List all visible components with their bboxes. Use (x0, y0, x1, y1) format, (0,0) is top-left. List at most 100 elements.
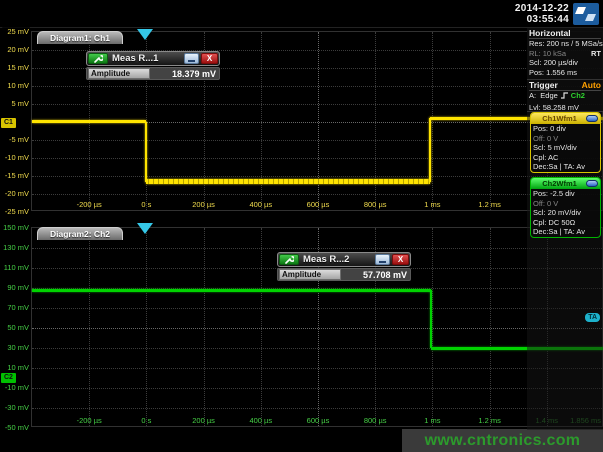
ch2-panel-button-icon[interactable] (586, 180, 598, 187)
meas2-value: 57.708 mV (341, 270, 410, 280)
y-axis-tick-label: 110 mV (2, 263, 30, 272)
gridline (32, 104, 602, 105)
tab-diagram2-ch2[interactable]: Diagram2: Ch2 (37, 227, 123, 240)
x-axis-tick-label: 0 s (124, 200, 168, 209)
meas2-result-row: Amplitude 57.708 mV (277, 268, 411, 281)
meas-result-popup-1[interactable]: Meas R...1 X Amplitude 18.379 mV (86, 51, 220, 80)
meas2-minimize-button[interactable] (375, 254, 390, 265)
date-label: 2014-12-22 (515, 3, 569, 14)
meas1-title: Meas R...1 (109, 52, 183, 65)
x-axis-tick-label: 600 µs (296, 200, 340, 209)
gridline (261, 228, 262, 426)
y-axis-tick-label: 15 mV (2, 63, 30, 72)
meas-result-popup-2[interactable]: Meas R...2 X Amplitude 57.708 mV (277, 252, 411, 281)
waveform-panel-line: Cpl: AC (531, 153, 600, 163)
meas2-close-button[interactable]: X (392, 254, 409, 265)
horizontal-scale: Scl: 200 µs/div (529, 58, 601, 68)
minimize-icon (188, 60, 195, 62)
wrench-icon (284, 255, 294, 265)
datetime-display: 2014-12-22 03:55:44 (515, 3, 569, 25)
y-axis-tick-label: 10 mV (2, 81, 30, 90)
y-axis-tick-label: 25 mV (2, 27, 30, 36)
y-axis-tick-label: -15 mV (2, 171, 30, 180)
trigger-level: Lvl: 58.258 mV (529, 103, 601, 113)
gridline (432, 32, 433, 210)
meas1-result-row: Amplitude 18.379 mV (86, 67, 220, 80)
meas1-param-label: Amplitude (88, 68, 150, 79)
gridline (32, 388, 602, 389)
gridline (32, 408, 602, 409)
bottom-strip: www.cntronics.com (0, 429, 603, 452)
trigger-title: Trigger (529, 80, 558, 90)
x-axis-tick-label: 600 µs (296, 416, 340, 425)
y-axis-tick-label: 30 mV (2, 343, 30, 352)
trigger-settings-panel[interactable]: Trigger Auto A: Edge Ch2 Lvl: 58.258 mV (527, 80, 603, 112)
waveform-panel-line: Pos: 0 div (531, 124, 600, 134)
y-axis-tick-label: 5 mV (2, 99, 30, 108)
x-axis-tick-label: -200 µs (67, 416, 111, 425)
y-axis-tick-label: 150 mV (2, 223, 30, 232)
gridline (204, 228, 205, 426)
meas1-titlebar[interactable]: Meas R...1 X (86, 51, 220, 66)
ch1-trace-edge (145, 122, 147, 182)
gridline (32, 158, 602, 159)
y-axis-tick-label: -20 mV (2, 189, 30, 198)
trigger-position-marker-icon[interactable] (137, 29, 153, 40)
y-axis-tick-label: 90 mV (2, 283, 30, 292)
trigger-source: Ch2 (571, 91, 585, 103)
gridline (32, 86, 602, 87)
x-axis-tick-label: 400 µs (239, 416, 283, 425)
y-axis-tick-label: 70 mV (2, 303, 30, 312)
x-axis-tick-label: 1 ms (410, 200, 454, 209)
rohde-schwarz-logo-icon (573, 3, 599, 25)
meas1-close-button[interactable]: X (201, 53, 218, 64)
y-axis-tick-label: -10 mV (2, 153, 30, 162)
x-axis-tick-label: 1.2 ms (468, 416, 512, 425)
horizontal-settings-panel[interactable]: Horizontal Res: 200 ns / 5 MSa/s RL: 10 … (527, 28, 603, 80)
gridline (146, 228, 147, 426)
gridline (490, 228, 491, 426)
waveform-panel-line: Off: 0 V (531, 134, 600, 144)
y-axis-tick-label: -5 mV (2, 135, 30, 144)
gridline (32, 248, 602, 249)
ch2-zero-marker[interactable]: C2 (1, 373, 16, 383)
watermark-box: www.cntronics.com (402, 429, 603, 452)
signal-bar: Horizontal Res: 200 ns / 5 MSa/s RL: 10 … (527, 28, 603, 430)
waveform-panel-line: Pos: -2.5 div (531, 189, 600, 199)
meas1-settings-button[interactable] (88, 53, 108, 64)
ch1-zero-marker[interactable]: C1 (1, 118, 16, 128)
time-label: 03:55:44 (515, 14, 569, 25)
tab-diagram1-ch1[interactable]: Diagram1: Ch1 (37, 31, 123, 44)
ch1-panel-button-icon[interactable] (586, 115, 598, 122)
y-axis-tick-label: -30 mV (2, 403, 30, 412)
x-axis-tick-label: 0 s (124, 416, 168, 425)
ch2-panel-title: Ch2Wfm1 (533, 179, 586, 188)
y-axis-tick-label: 20 mV (2, 45, 30, 54)
meas1-minimize-button[interactable] (184, 53, 199, 64)
ch1-waveform-panel[interactable]: Ch1Wfm1 Pos: 0 divOff: 0 VScl: 5 mV/divC… (530, 112, 601, 173)
y-axis-tick-label: 130 mV (2, 243, 30, 252)
ch2-waveform-panel[interactable]: Ch2Wfm1 Pos: -2.5 divOff: 0 VScl: 20 mV/… (530, 177, 601, 238)
waveform-panel-line: Cpl: DC 50Ω (531, 218, 600, 228)
meas2-title: Meas R...2 (300, 253, 374, 266)
meas2-titlebar[interactable]: Meas R...2 X (277, 252, 411, 267)
trigger-type: Edge (540, 91, 558, 103)
x-axis-tick-label: 400 µs (239, 200, 283, 209)
x-axis-tick-label: 200 µs (182, 416, 226, 425)
x-axis-tick-label: 800 µs (353, 416, 397, 425)
trigger-position-marker-icon[interactable] (137, 223, 153, 234)
gridline (32, 308, 602, 309)
waveform-panel-line: Scl: 20 mV/div (531, 208, 600, 218)
gridline (490, 32, 491, 210)
gridline (32, 328, 602, 329)
gridline (432, 228, 433, 426)
horizontal-record-length: RL: 10 kSa (529, 49, 566, 59)
realtime-badge: RT (591, 49, 601, 59)
y-axis-tick-label: 50 mV (2, 323, 30, 332)
meas1-value: 18.379 mV (150, 69, 219, 79)
gridline (32, 368, 602, 369)
x-axis-tick-label: -200 µs (67, 200, 111, 209)
y-axis-tick-label: -50 mV (2, 423, 30, 432)
meas2-settings-button[interactable] (279, 254, 299, 265)
trigger-level-badge[interactable]: TA (585, 313, 600, 322)
